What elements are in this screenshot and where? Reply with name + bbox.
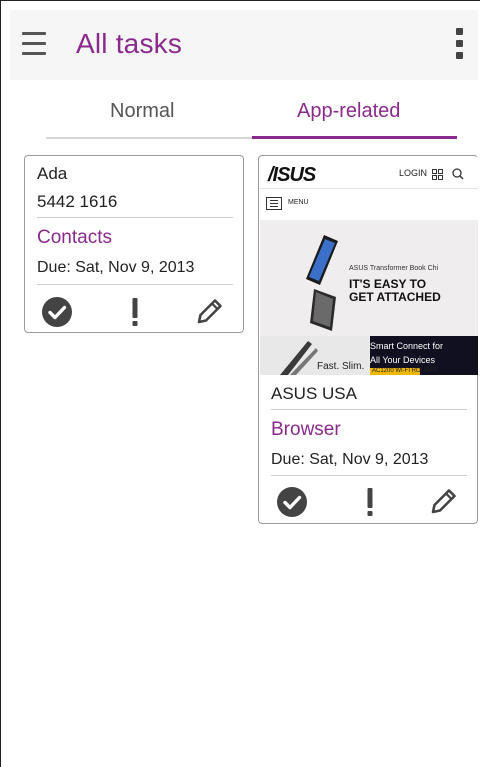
tab-app-related[interactable]: App-related bbox=[297, 100, 400, 123]
thumb-divider bbox=[260, 188, 478, 189]
check-circle-icon[interactable] bbox=[276, 486, 308, 523]
thumb-product-name: ASUS Transformer Book Chi bbox=[349, 265, 439, 272]
tab-selected-indicator bbox=[252, 136, 457, 139]
thumb-smart-connect: Smart Connect for bbox=[370, 341, 444, 351]
task-app-label: Contacts bbox=[37, 227, 112, 248]
thumb-all-devices: All Your Devices bbox=[370, 355, 436, 365]
task-due-date: Due: Sat, Nov 9, 2013 bbox=[271, 451, 429, 468]
divider bbox=[271, 409, 467, 410]
thumb-headline-2: GET ATTACHED bbox=[349, 290, 441, 304]
divider bbox=[271, 475, 467, 476]
window-frame-left bbox=[0, 0, 1, 767]
exclamation-icon[interactable] bbox=[130, 296, 140, 333]
task-app-label: Browser bbox=[271, 419, 341, 440]
divider bbox=[37, 284, 233, 285]
task-name: ASUS USA bbox=[271, 384, 357, 403]
thumb-headline-1: IT'S EASY TO bbox=[349, 277, 427, 291]
thumb-menu-label: MENU bbox=[288, 199, 309, 206]
search-icon bbox=[452, 167, 464, 185]
thumb-login-link: LOGIN bbox=[399, 168, 428, 178]
app-bar: All tasks bbox=[10, 10, 478, 80]
window-frame-top bbox=[0, 0, 480, 1]
pencil-icon[interactable] bbox=[195, 296, 225, 331]
grid-icon bbox=[432, 167, 443, 180]
tab-normal[interactable]: Normal bbox=[110, 100, 174, 123]
thumb-fast-slim: Fast. Slim. bbox=[317, 361, 365, 372]
asus-logo: /ISUS bbox=[268, 164, 316, 186]
page-title: All tasks bbox=[76, 28, 183, 59]
task-detail: 5442 1616 bbox=[37, 192, 118, 211]
more-vert-icon[interactable] bbox=[454, 26, 466, 62]
tab-bar: Normal App-related bbox=[10, 80, 478, 142]
exclamation-icon[interactable] bbox=[365, 486, 375, 523]
task-due-date: Due: Sat, Nov 9, 2013 bbox=[37, 259, 195, 276]
menu-list-icon bbox=[266, 197, 282, 210]
task-card-contacts[interactable]: Ada 5442 1616 Contacts Due: Sat, Nov 9, … bbox=[24, 155, 244, 333]
thumb-router-tag-text: AC1200 WI-FI ROUTER bbox=[372, 368, 438, 374]
hamburger-icon[interactable] bbox=[22, 30, 46, 58]
browser-thumbnail: /ISUS LOGIN MENU ASUS Transformer Book C… bbox=[260, 157, 478, 375]
task-card-browser[interactable]: /ISUS LOGIN MENU ASUS Transformer Book C… bbox=[258, 155, 478, 524]
tablet-image bbox=[306, 233, 346, 338]
pencil-icon[interactable] bbox=[429, 486, 459, 521]
check-circle-icon[interactable] bbox=[41, 296, 73, 333]
divider bbox=[37, 217, 233, 218]
task-name: Ada bbox=[37, 164, 68, 183]
